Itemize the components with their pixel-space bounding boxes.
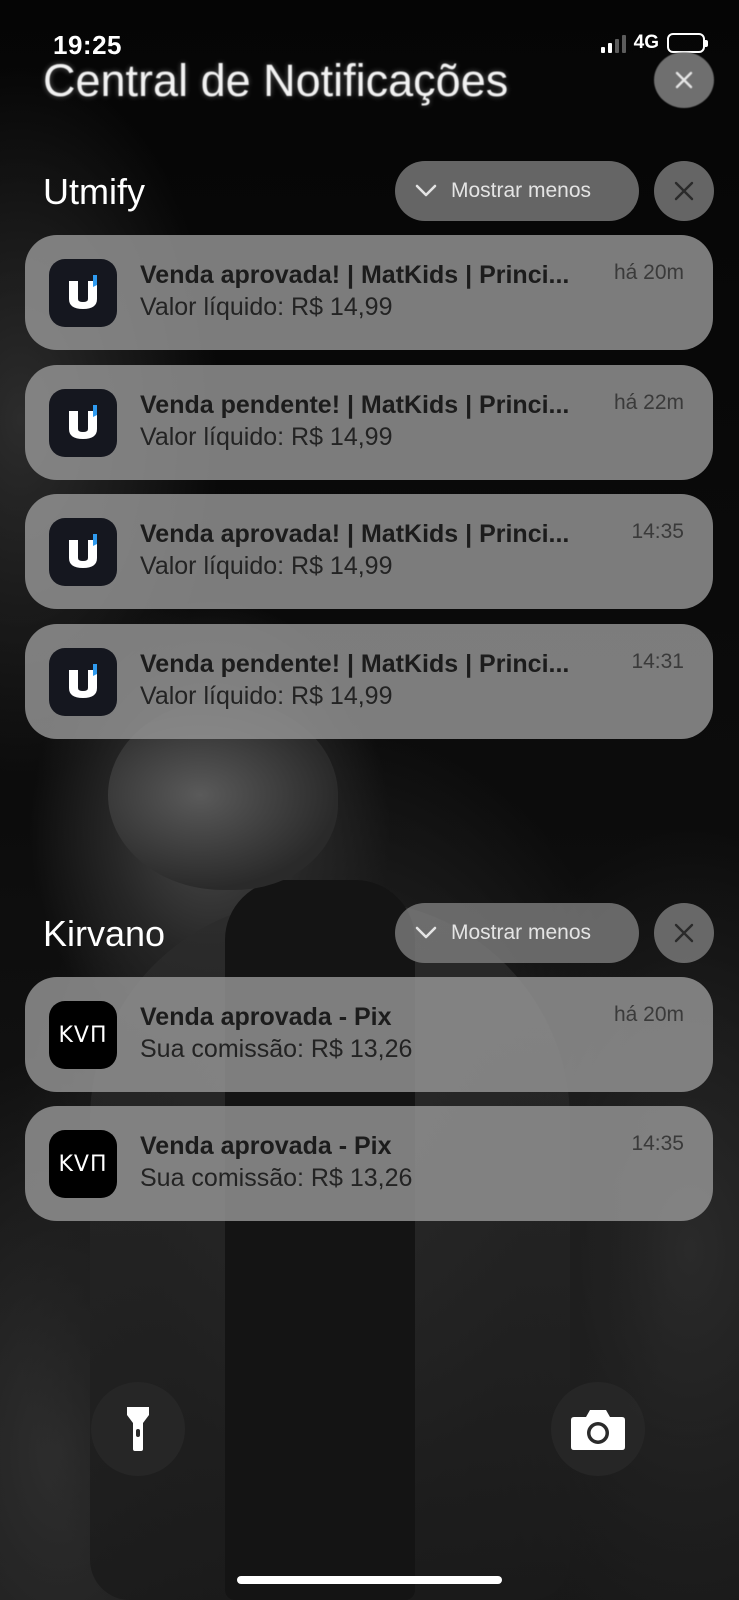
notification-time: 14:35	[631, 1132, 684, 1155]
group-header-utmify: Utmify Mostrar menos	[0, 161, 739, 221]
notification-time: há 20m	[613, 1003, 684, 1026]
home-indicator[interactable]	[237, 1576, 502, 1584]
notification-body: Valor líquido: R$ 14,99	[140, 423, 393, 451]
utmify-app-icon	[49, 518, 117, 586]
utmify-app-icon	[49, 648, 117, 716]
notification-time: 14:31	[631, 650, 684, 673]
network-label: 4G	[633, 32, 659, 53]
signal-icon	[600, 33, 626, 53]
notification-card[interactable]: Venda aprovada! | MatKids | Princi... Va…	[25, 494, 713, 609]
show-less-label: Mostrar menos	[451, 921, 592, 944]
page-title: Central de Notificações	[43, 55, 509, 106]
kirvano-app-icon: KVΠ	[49, 1130, 117, 1198]
notification-body: Sua comissão: R$ 13,26	[140, 1164, 413, 1192]
utmify-app-icon	[49, 259, 117, 327]
utmify-app-icon	[49, 389, 117, 457]
clear-group-button[interactable]	[654, 903, 714, 963]
close-icon	[674, 923, 694, 943]
close-icon	[675, 71, 693, 89]
notification-body: Valor líquido: R$ 14,99	[140, 552, 393, 580]
notification-title: Venda aprovada! | MatKids | Princi...	[140, 520, 570, 548]
chevron-down-icon	[415, 184, 437, 197]
notification-time: há 22m	[613, 391, 684, 414]
show-less-button[interactable]: Mostrar menos	[395, 903, 639, 963]
notification-card[interactable]: Venda pendente! | MatKids | Princi... Va…	[25, 365, 713, 480]
notification-card[interactable]: Venda pendente! | MatKids | Princi... Va…	[25, 624, 713, 739]
notification-time: há 20m	[613, 261, 684, 284]
flashlight-icon	[127, 1407, 149, 1451]
kirvano-app-icon: KVΠ	[49, 1001, 117, 1069]
notification-title: Venda pendente! | MatKids | Princi...	[140, 391, 570, 419]
group-title: Kirvano	[43, 913, 166, 954]
notification-body: Valor líquido: R$ 14,99	[140, 293, 393, 321]
camera-icon	[571, 1410, 625, 1450]
notification-card[interactable]: Venda aprovada! | MatKids | Princi... Va…	[25, 235, 713, 350]
clear-group-button[interactable]	[654, 161, 714, 221]
group-title: Utmify	[43, 171, 145, 212]
show-less-label: Mostrar menos	[451, 179, 592, 202]
notification-title: Venda pendente! | MatKids | Princi...	[140, 650, 570, 678]
notification-body: Valor líquido: R$ 14,99	[140, 682, 393, 710]
notification-time: 14:35	[631, 520, 684, 543]
notification-title: Venda aprovada! | MatKids | Princi...	[140, 261, 570, 289]
battery-icon	[667, 33, 708, 53]
group-header-kirvano: Kirvano Mostrar menos	[0, 903, 739, 963]
notification-card[interactable]: KVΠ Venda aprovada - Pix Sua comissão: R…	[25, 977, 713, 1092]
chevron-down-icon	[415, 926, 437, 939]
camera-button[interactable]	[551, 1382, 645, 1476]
status-indicators: 4G	[600, 32, 708, 54]
notification-body: Sua comissão: R$ 13,26	[140, 1035, 413, 1063]
show-less-button[interactable]: Mostrar menos	[395, 161, 639, 221]
notification-card[interactable]: KVΠ Venda aprovada - Pix Sua comissão: R…	[25, 1106, 713, 1221]
notification-title: Venda aprovada - Pix	[140, 1132, 392, 1160]
clear-all-button[interactable]	[654, 52, 714, 108]
notification-title: Venda aprovada - Pix	[140, 1003, 392, 1031]
close-icon	[674, 181, 694, 201]
flashlight-button[interactable]	[91, 1382, 185, 1476]
